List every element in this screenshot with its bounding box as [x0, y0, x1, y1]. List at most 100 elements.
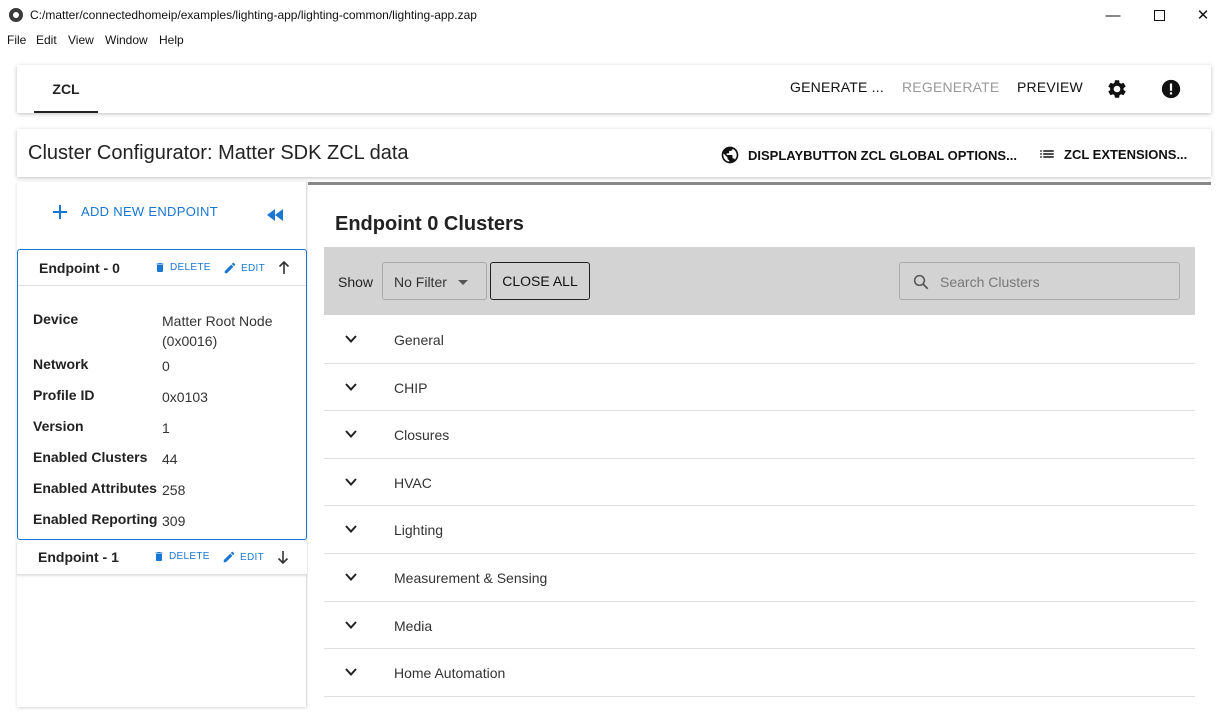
- detail-row-version: Version 1: [33, 418, 303, 438]
- delete-label: DELETE: [169, 551, 210, 562]
- add-new-endpoint-button[interactable]: ADD NEW ENDPOINT: [53, 204, 218, 219]
- maximize-button[interactable]: [1136, 0, 1182, 30]
- zcl-extensions-button[interactable]: ZCL EXTENSIONS...: [1038, 145, 1187, 163]
- filter-select[interactable]: No Filter: [382, 262, 487, 300]
- search-placeholder: Search Clusters: [940, 274, 1040, 290]
- detail-row-enabled-reporting: Enabled Reporting 309: [33, 511, 303, 531]
- global-options-button[interactable]: DISPLAYBUTTON ZCL GLOBAL OPTIONS...: [720, 145, 1017, 165]
- menu-help[interactable]: Help: [159, 33, 184, 47]
- cluster-category-media[interactable]: Media: [324, 602, 1195, 650]
- globe-icon: [721, 146, 739, 164]
- cluster-category-label: CHIP: [394, 379, 428, 396]
- clusters-title: Endpoint 0 Clusters: [335, 213, 524, 235]
- cluster-category-list: General CHIP Closures HVAC Lighting Meas…: [324, 316, 1195, 697]
- detail-row-enabled-attributes: Enabled Attributes 258: [33, 480, 303, 500]
- add-new-endpoint-label: ADD NEW ENDPOINT: [81, 204, 218, 219]
- pencil-icon: [223, 551, 235, 563]
- cluster-category-lighting[interactable]: Lighting: [324, 506, 1195, 554]
- generate-button[interactable]: GENERATE ...: [790, 79, 884, 95]
- plus-icon: [53, 204, 67, 219]
- chevron-down-icon: [345, 620, 357, 629]
- maximize-icon: [1153, 9, 1165, 21]
- close-all-button[interactable]: CLOSE ALL: [490, 262, 590, 300]
- cluster-category-chip[interactable]: CHIP: [324, 364, 1195, 412]
- chevron-down-icon: [345, 335, 357, 343]
- filter-bar: Show No Filter CLOSE ALL Search Clusters: [324, 247, 1195, 315]
- title-bar: C:/matter/connectedhomeip/examples/light…: [0, 0, 1226, 30]
- detail-label: Version: [33, 418, 84, 434]
- cluster-category-label: Measurement & Sensing: [394, 569, 548, 586]
- menu-window[interactable]: Window: [105, 33, 148, 47]
- edit-endpoint-button[interactable]: EDIT: [223, 261, 265, 275]
- detail-value: 258: [162, 482, 186, 498]
- detail-value: 0x0103: [162, 389, 208, 405]
- delete-label: DELETE: [170, 262, 211, 273]
- endpoint-card-header: Endpoint - 0 DELETE EDIT: [18, 250, 306, 286]
- alert-icon[interactable]: [1160, 78, 1182, 100]
- tab-zcl[interactable]: ZCL: [34, 65, 98, 113]
- menu-bar: File Edit View Window Help: [0, 30, 1226, 50]
- detail-label: Enabled Attributes: [33, 480, 157, 496]
- detail-value: 44: [162, 451, 178, 467]
- filter-select-value: No Filter: [394, 274, 447, 290]
- cluster-category-hvac[interactable]: HVAC: [324, 459, 1195, 507]
- edit-label: EDIT: [241, 262, 265, 274]
- chevron-down-icon: [345, 668, 357, 677]
- chevron-down-icon: [345, 525, 357, 534]
- cluster-category-home-automation[interactable]: Home Automation: [324, 649, 1195, 697]
- dropdown-caret-icon: [458, 280, 468, 285]
- global-options-label: DISPLAYBUTTON ZCL GLOBAL OPTIONS...: [748, 147, 1017, 163]
- endpoint-card-header: Endpoint - 1 DELETE EDIT: [17, 541, 307, 575]
- edit-endpoint-button[interactable]: EDIT: [222, 550, 264, 564]
- show-label: Show: [338, 274, 374, 290]
- detail-row-enabled-clusters: Enabled Clusters 44: [33, 449, 303, 469]
- pencil-icon: [224, 262, 236, 274]
- window-title: C:/matter/connectedhomeip/examples/light…: [30, 8, 477, 22]
- chevron-down-icon: [345, 382, 357, 391]
- detail-value: 309: [162, 513, 186, 529]
- minimize-button[interactable]: —: [1090, 0, 1136, 30]
- list-icon: [1040, 150, 1054, 158]
- chevron-down-icon: [345, 430, 357, 439]
- page-title: Cluster Configurator: Matter SDK ZCL dat…: [28, 142, 409, 164]
- top-toolbar: ZCL GENERATE ... REGENERATE PREVIEW: [17, 65, 1211, 113]
- trash-icon: [155, 552, 163, 561]
- cluster-category-general[interactable]: General: [324, 316, 1195, 364]
- regenerate-button[interactable]: REGENERATE: [902, 79, 999, 95]
- cluster-category-label: Home Automation: [394, 665, 506, 682]
- detail-label: Device: [33, 311, 79, 327]
- search-clusters-input[interactable]: Search Clusters: [899, 262, 1180, 300]
- menu-file[interactable]: File: [7, 33, 26, 47]
- cluster-configurator-header: Cluster Configurator: Matter SDK ZCL dat…: [17, 129, 1211, 177]
- endpoint-card-1[interactable]: Endpoint - 1 DELETE EDIT: [17, 541, 307, 575]
- delete-endpoint-button[interactable]: DELETE: [154, 261, 211, 274]
- menu-edit[interactable]: Edit: [36, 33, 57, 47]
- endpoint-sidebar: ADD NEW ENDPOINT Endpoint - 0 DELETE EDI…: [17, 182, 307, 707]
- trash-icon: [156, 263, 164, 272]
- gear-icon[interactable]: [1106, 78, 1128, 100]
- zcl-extensions-label: ZCL EXTENSIONS...: [1064, 146, 1188, 162]
- endpoint-name: Endpoint - 0: [39, 260, 120, 276]
- detail-label: Enabled Clusters: [33, 449, 148, 465]
- clusters-panel: Endpoint 0 Clusters Show No Filter CLOSE…: [308, 182, 1211, 707]
- endpoint-card-0[interactable]: Endpoint - 0 DELETE EDIT Device Matter R…: [17, 249, 307, 540]
- delete-endpoint-button[interactable]: DELETE: [153, 550, 210, 563]
- cluster-category-label: Media: [394, 617, 433, 634]
- app-logo-icon: [9, 8, 23, 22]
- search-icon: [913, 274, 929, 290]
- detail-label: Profile ID: [33, 387, 95, 403]
- detail-value: Matter Root Node (0x0016): [162, 313, 273, 349]
- detail-label: Network: [33, 356, 89, 372]
- cluster-category-measurement-sensing[interactable]: Measurement & Sensing: [324, 554, 1195, 602]
- close-window-button[interactable]: ✕: [1180, 0, 1226, 30]
- preview-button[interactable]: PREVIEW: [1017, 79, 1083, 95]
- cluster-category-closures[interactable]: Closures: [324, 411, 1195, 459]
- edit-label: EDIT: [240, 551, 264, 563]
- collapse-rewind-icon[interactable]: [265, 208, 285, 222]
- arrow-down-icon[interactable]: [277, 550, 289, 564]
- endpoint-name: Endpoint - 1: [38, 549, 119, 565]
- cluster-category-label: Lighting: [394, 522, 444, 539]
- menu-view[interactable]: View: [68, 33, 94, 47]
- arrow-up-icon[interactable]: [278, 261, 290, 275]
- chevron-down-icon: [345, 573, 357, 581]
